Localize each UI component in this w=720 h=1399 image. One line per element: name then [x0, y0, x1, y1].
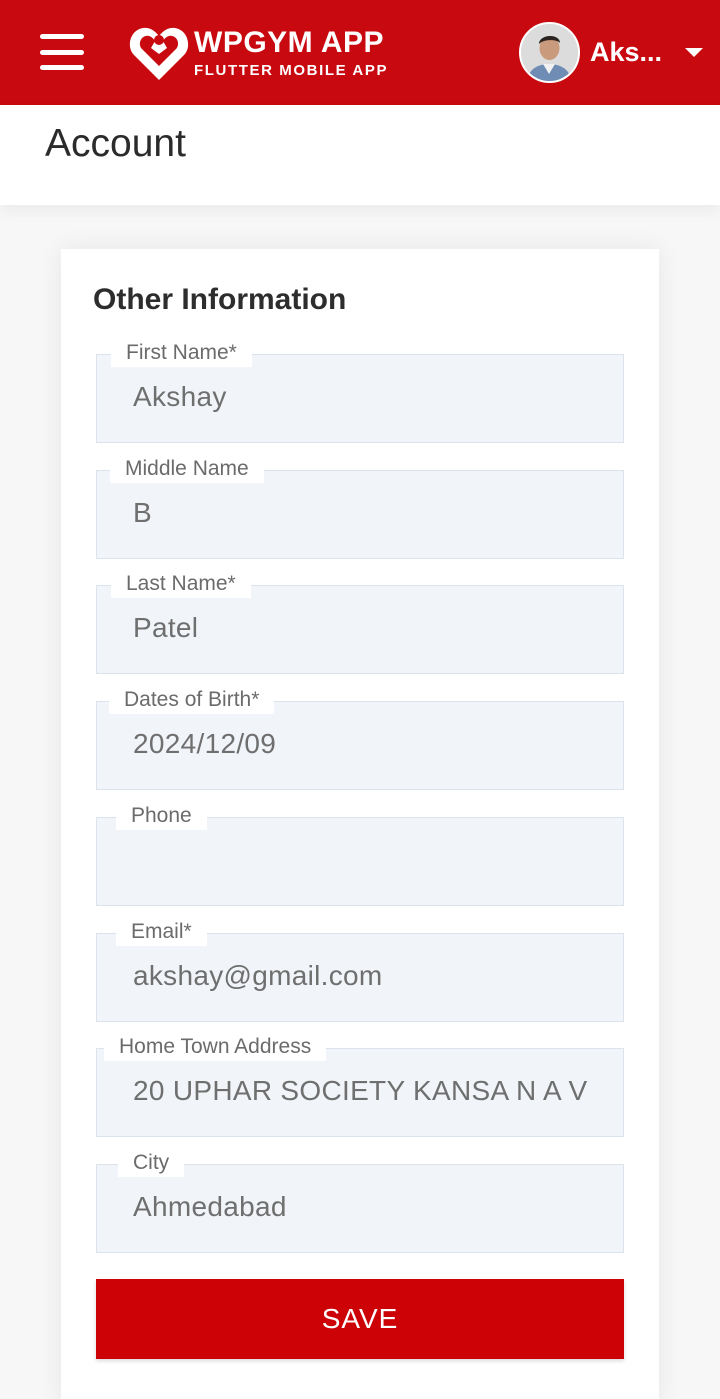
last-name-field[interactable]: Last Name* Patel	[96, 570, 624, 674]
section-title: Other Information	[93, 283, 347, 316]
user-name[interactable]: Aks...	[590, 37, 670, 68]
hamburger-menu-icon[interactable]	[40, 34, 84, 70]
heart-logo-icon	[129, 27, 189, 80]
save-button[interactable]: SAVE	[96, 1279, 624, 1359]
date-of-birth-value[interactable]: 2024/12/09	[133, 728, 589, 760]
middle-name-label: Middle Name	[110, 455, 264, 483]
phone-label: Phone	[116, 802, 207, 830]
logo-title: WPGYM APP	[194, 26, 385, 59]
home-town-address-label: Home Town Address	[104, 1033, 327, 1061]
first-name-label: First Name*	[111, 339, 252, 367]
home-town-address-value[interactable]: 20 UPHAR SOCIETY KANSA N A VISTA	[133, 1075, 589, 1107]
last-name-value[interactable]: Patel	[133, 612, 589, 644]
city-value[interactable]: Ahmedabad	[133, 1191, 589, 1223]
date-of-birth-field[interactable]: Dates of Birth* 2024/12/09	[96, 686, 624, 790]
email-field[interactable]: Email* akshay@gmail.com	[96, 918, 624, 1022]
user-menu[interactable]: Aks...	[519, 22, 709, 83]
logo-subtitle: FLUTTER MOBILE APP	[194, 62, 389, 79]
date-of-birth-label: Dates of Birth*	[109, 686, 275, 714]
home-town-address-field[interactable]: Home Town Address 20 UPHAR SOCIETY KANSA…	[96, 1033, 624, 1137]
avatar[interactable]	[519, 22, 580, 83]
caret-down-icon[interactable]	[685, 48, 703, 57]
user-photo-icon	[521, 24, 578, 81]
app-bar: WPGYM APP FLUTTER MOBILE APP Aks...	[0, 0, 720, 105]
first-name-value[interactable]: Akshay	[133, 381, 589, 413]
last-name-label: Last Name*	[111, 570, 251, 598]
middle-name-value[interactable]: B	[133, 497, 589, 529]
phone-field[interactable]: Phone	[96, 802, 624, 906]
first-name-field[interactable]: First Name* Akshay	[96, 339, 624, 443]
email-label: Email*	[116, 918, 207, 946]
app-logo: WPGYM APP FLUTTER MOBILE APP	[128, 22, 388, 84]
middle-name-field[interactable]: Middle Name B	[96, 455, 624, 559]
email-value[interactable]: akshay@gmail.com	[133, 960, 589, 992]
city-field[interactable]: City Ahmedabad	[96, 1149, 624, 1253]
city-label: City	[118, 1149, 185, 1177]
page-title: Account	[45, 122, 186, 165]
